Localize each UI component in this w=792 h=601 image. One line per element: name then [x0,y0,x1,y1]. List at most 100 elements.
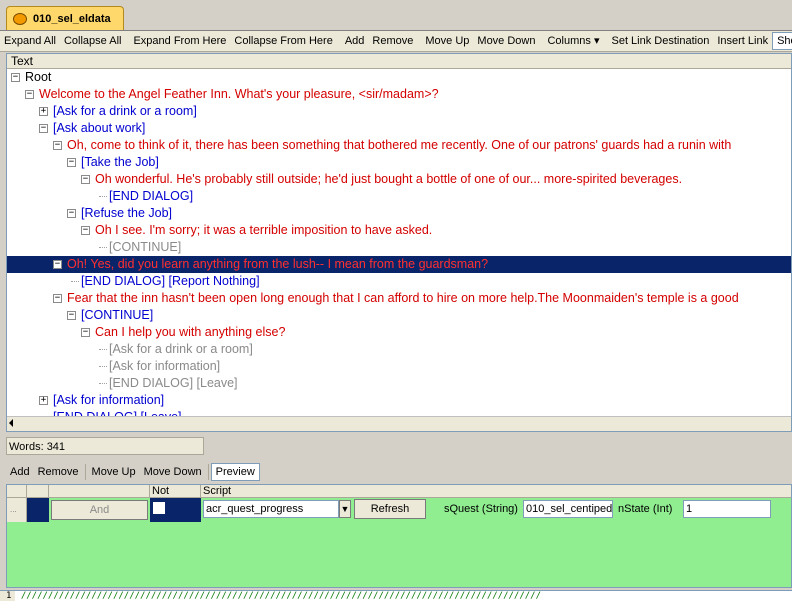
collapse-minus-icon[interactable]: − [39,124,48,133]
tree-row[interactable]: − Root [7,69,791,86]
tree-row[interactable]: + [Ask for a drink or a room] [7,103,791,120]
collapse-minus-icon[interactable]: − [67,311,76,320]
tree-row[interactable]: − Oh! Yes, did you learn anything from th… [7,256,791,273]
script-preview-strip[interactable]: 1 //////////////////////////////////////… [0,590,792,601]
dialog-tree-view[interactable]: Text − Root − Welcome to the Angel Feather … [6,53,792,432]
horizontal-scrollbar[interactable] [7,416,791,431]
tree-row[interactable]: − [Take the Job] [7,154,791,171]
tree-row[interactable]: − [Ask about work] [7,120,791,137]
tree-row[interactable]: − Oh I see. I'm sorry; it was a terrible … [7,222,791,239]
condition-move-up-button[interactable]: Move Up [88,463,140,481]
tree-row-text: [Ask for information] [53,393,165,407]
tree-row-text: [CONTINUE] [81,308,154,322]
tree-column-header[interactable]: Text [7,54,791,69]
tree-row[interactable]: − Oh wonderful. He's probably still outsi… [7,171,791,188]
tree-row-text: Root [25,70,52,84]
expand-all-button[interactable]: Expand All [0,32,60,50]
tree-row[interactable]: − Welcome to the Angel Feather Inn. What'… [7,86,791,103]
tree-row[interactable]: [CONTINUE] [7,239,791,256]
remove-button[interactable]: Remove [368,32,417,50]
expand-plus-icon[interactable]: + [39,396,48,405]
dialog-file-icon [13,12,27,25]
collapse-minus-icon[interactable]: − [53,294,62,303]
row-marker[interactable]: ... [7,498,27,522]
and-button[interactable]: And [51,500,148,520]
grid-header-marker [7,485,27,498]
tree-row[interactable]: − Oh, come to think of it, there has been… [7,137,791,154]
tree-row[interactable]: − Can I help you with anything else? [7,324,791,341]
conditions-grid: Not Script ... And acr_quest_progress ▼ … [6,484,792,588]
collapse-from-here-button[interactable]: Collapse From Here [230,32,336,50]
tree-row-text: [Ask about work] [53,121,146,135]
toolbar-separator [207,464,209,480]
preview-button[interactable]: Preview [210,463,260,481]
chevron-down-icon: ▾ [593,35,600,47]
tree-connector-line [71,281,79,282]
tree-connector-line [99,383,107,384]
set-link-destination-button[interactable]: Set Link Destination [607,32,713,50]
show-comments-button[interactable]: Show Co [772,32,792,50]
document-tab[interactable]: 010_sel_eldata [6,6,124,30]
script-select[interactable]: acr_quest_progress [203,500,339,518]
tree-connector-line [99,349,107,350]
tree-row[interactable]: − Fear that the inn hasn't been open long… [7,290,791,307]
tree-row[interactable]: − [CONTINUE] [7,307,791,324]
collapse-minus-icon[interactable]: − [81,226,90,235]
insert-link-button[interactable]: Insert Link [713,32,772,50]
expand-plus-icon[interactable]: + [39,107,48,116]
columns-dropdown[interactable]: Columns ▾ [543,32,603,50]
document-tab-title: 010_sel_eldata [33,12,111,25]
refresh-button[interactable]: Refresh [354,499,426,519]
and-cell: And [49,498,150,522]
condition-move-down-button[interactable]: Move Down [140,463,206,481]
collapse-minus-icon[interactable]: − [53,260,62,269]
collapse-minus-icon[interactable]: − [11,73,20,82]
tree-row[interactable]: [Ask for information] [7,358,791,375]
word-count-status: Words: 341 [6,437,204,455]
grid-header-script: Script [201,485,791,498]
collapse-minus-icon[interactable]: − [25,90,34,99]
tree-row-text: [Take the Job] [81,155,159,169]
grid-header-blank [27,485,49,498]
tree-row[interactable]: [Ask for a drink or a room] [7,341,791,358]
tree-row[interactable]: [END DIALOG] [Leave] [7,375,791,392]
collapse-minus-icon[interactable]: − [67,158,76,167]
add-button[interactable]: Add [341,32,369,50]
collapse-minus-icon[interactable]: − [67,209,76,218]
scroll-left-arrow-icon[interactable] [9,419,13,427]
document-tab-bar: 010_sel_eldata [0,0,792,31]
tree-row[interactable]: [END DIALOG] [Report Nothing] [7,273,791,290]
tree-row[interactable]: [END DIALOG] [7,188,791,205]
tree-row-text: Can I help you with anything else? [95,325,286,339]
tree-row[interactable]: − [Refuse the Job] [7,205,791,222]
tree-row-text: Fear that the inn hasn't been open long … [67,291,739,305]
tree-row-text: Oh, come to think of it, there has been … [67,138,732,152]
condition-remove-button[interactable]: Remove [34,463,83,481]
tree-row-text: [END DIALOG] [109,189,194,203]
tree-row-text: [Refuse the Job] [81,206,173,220]
script-select-dropdown-icon[interactable]: ▼ [339,500,351,518]
not-cell [150,498,201,522]
conditions-toolbar: Add Remove Move Up Move Down Preview [6,462,792,482]
collapse-minus-icon[interactable]: − [81,328,90,337]
tree-row-text: [Ask for a drink or a room] [109,342,253,356]
row-selector[interactable] [27,498,49,522]
param1-input[interactable]: 010_sel_centiped [523,500,613,518]
param2-input[interactable]: 1 [683,500,771,518]
tree-row-text: Oh wonderful. He's probably still outsid… [95,172,683,186]
script-cell: acr_quest_progress ▼ Refresh sQuest (Str… [201,498,791,522]
collapse-minus-icon[interactable]: − [81,175,90,184]
not-checkbox[interactable] [153,502,165,514]
collapse-all-button[interactable]: Collapse All [60,32,125,50]
grid-header-and [49,485,150,498]
move-down-button[interactable]: Move Down [473,32,539,50]
tree-row-text: Oh I see. I'm sorry; it was a terrible i… [95,223,433,237]
tree-row[interactable]: + [Ask for information] [7,392,791,409]
param2-label: nState (Int) [618,503,673,515]
expand-from-here-button[interactable]: Expand From Here [129,32,230,50]
tree-connector-line [99,247,107,248]
move-up-button[interactable]: Move Up [421,32,473,50]
condition-add-button[interactable]: Add [6,463,34,481]
tree-row-text: [Ask for information] [109,359,221,373]
collapse-minus-icon[interactable]: − [53,141,62,150]
